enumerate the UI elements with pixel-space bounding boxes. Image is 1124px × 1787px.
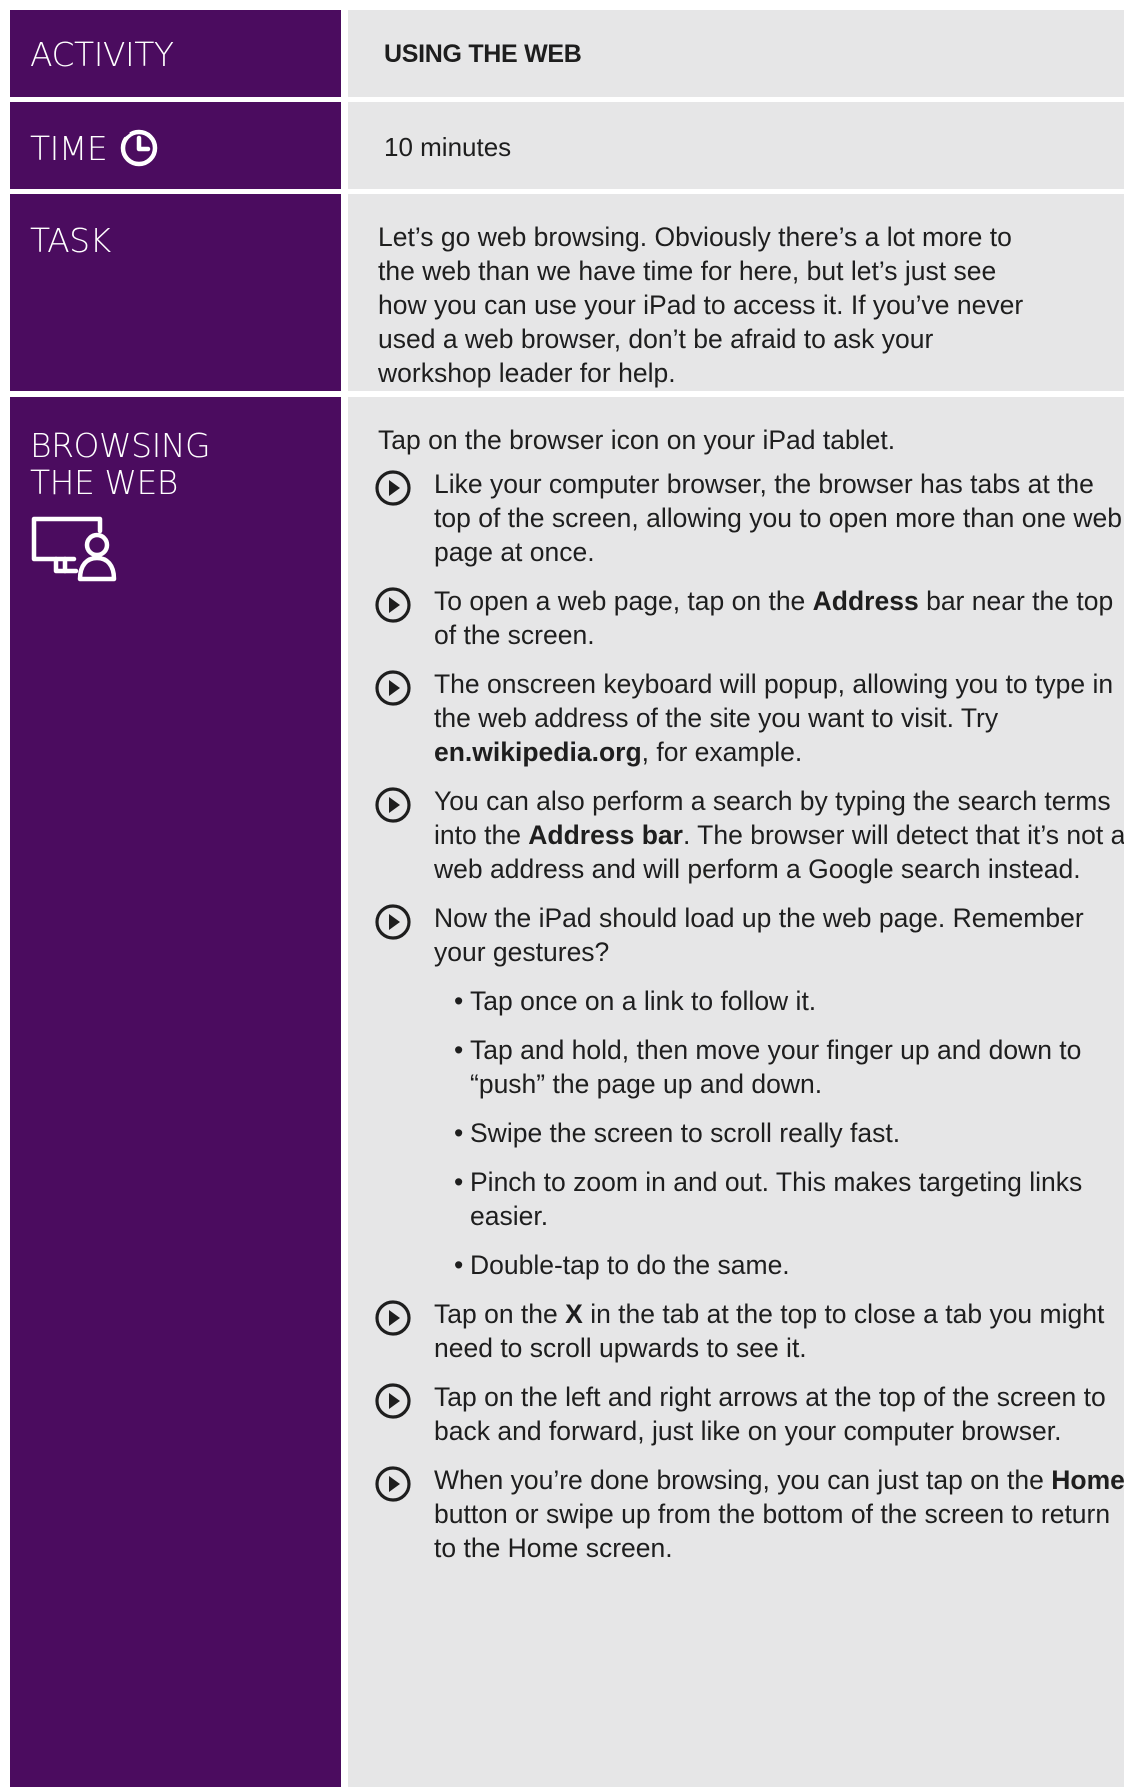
time-value-cell: 10 minutes xyxy=(348,102,1124,189)
bullet: • xyxy=(454,1250,464,1280)
step-item: Now the iPad should load up the web page… xyxy=(374,901,1124,1282)
activity-title: USING THE WEB xyxy=(384,40,582,68)
play-icon xyxy=(375,904,411,940)
step-bold: Address bar xyxy=(528,820,683,850)
step-bold: Address xyxy=(812,586,919,616)
step-text: When you’re done browsing, you can just … xyxy=(434,1465,1052,1495)
time-value: 10 minutes xyxy=(384,132,512,162)
time-row: TIME 10 minutes xyxy=(10,102,1124,189)
step-text: To open a web page, tap on the xyxy=(434,586,813,616)
browsing-intro: Tap on the browser icon on your iPad tab… xyxy=(378,425,896,455)
gesture-text: Tap once on a link to follow it. xyxy=(470,986,817,1016)
browsing-label-cell: BROWSING THE WEB xyxy=(10,397,341,1787)
gesture-item: • Swipe the screen to scroll really fast. xyxy=(454,1116,1124,1150)
browsing-label-line1: BROWSING xyxy=(30,426,211,465)
play-icon xyxy=(375,787,411,823)
time-label: TIME xyxy=(30,128,108,168)
step-item: Like your computer browser, the browser … xyxy=(374,467,1124,569)
activity-value-cell: USING THE WEB xyxy=(348,10,1124,97)
play-icon xyxy=(375,1466,411,1502)
task-label: TASK xyxy=(30,221,111,260)
step-text: Now the iPad should load up the web page… xyxy=(434,903,1084,967)
step-item: Tap on the left and right arrows at the … xyxy=(374,1380,1124,1448)
task-text: Let’s go web browsing. Obviously there’s… xyxy=(378,222,1024,388)
step-item: The onscreen keyboard will popup, allowi… xyxy=(374,667,1124,769)
step-text: Tap on the left and right arrows at the … xyxy=(434,1382,1106,1446)
step-bold: Home xyxy=(1051,1465,1124,1495)
gesture-text: Double-tap to do the same. xyxy=(470,1250,790,1280)
activity-label: ACTIVITY xyxy=(30,35,174,74)
play-icon xyxy=(375,1383,411,1419)
task-row: TASK Let’s go web browsing. Obviously th… xyxy=(10,194,1124,391)
step-item: Tap on the X in the tab at the top to cl… xyxy=(374,1297,1124,1365)
activity-label-cell: ACTIVITY xyxy=(10,10,341,97)
bullet: • xyxy=(454,1118,464,1148)
browsing-row: BROWSING THE WEB Tap on the browser icon… xyxy=(10,397,1124,1787)
activity-row: ACTIVITY USING THE WEB xyxy=(10,10,1124,97)
bullet: • xyxy=(454,1167,464,1197)
play-icon xyxy=(375,1300,411,1336)
gesture-item: • Double-tap to do the same. xyxy=(454,1248,1124,1282)
gesture-text: Pinch to zoom in and out. This makes tar… xyxy=(470,1167,1083,1231)
gesture-list: • Tap once on a link to follow it. • Tap a… xyxy=(454,984,1124,1282)
gesture-item: • Tap once on a link to follow it. xyxy=(454,984,1124,1018)
play-icon xyxy=(375,670,411,706)
step-text: button or swipe up from the bottom of th… xyxy=(434,1499,1111,1563)
browsing-label-line2: THE WEB xyxy=(30,463,178,502)
step-item: When you’re done browsing, you can just … xyxy=(374,1463,1124,1565)
step-text: Like your computer browser, the browser … xyxy=(434,469,1122,567)
step-item: You can also perform a search by typing … xyxy=(374,784,1124,886)
play-icon xyxy=(375,587,411,623)
gesture-item: • Pinch to zoom in and out. This makes ta… xyxy=(454,1165,1124,1233)
gesture-text: Tap and hold, then move your finger up a… xyxy=(470,1035,1082,1099)
time-label-group: TIME xyxy=(30,128,159,168)
step-text: , for example. xyxy=(641,737,803,767)
computer-user-icon xyxy=(31,516,117,582)
gesture-item: • Tap and hold, then move your finger up … xyxy=(454,1033,1124,1101)
clock-icon xyxy=(120,129,158,167)
step-bold: en.wikipedia.org xyxy=(434,737,642,767)
gesture-text: Swipe the screen to scroll really fast. xyxy=(470,1118,901,1148)
step-item: To open a web page, tap on the Address b… xyxy=(374,584,1124,652)
browsing-content-cell: Tap on the browser icon on your iPad tab… xyxy=(348,397,1124,1787)
task-label-cell: TASK xyxy=(10,194,341,391)
bullet: • xyxy=(454,986,464,1016)
steps-list: Like your computer browser, the browser … xyxy=(374,467,1124,1580)
browsing-label: BROWSING THE WEB xyxy=(30,426,211,502)
step-bold: X xyxy=(565,1299,583,1329)
time-label-cell: TIME xyxy=(10,102,341,189)
step-text: The onscreen keyboard will popup, allowi… xyxy=(434,669,1114,733)
step-text: Tap on the xyxy=(434,1299,566,1329)
bullet: • xyxy=(454,1035,464,1065)
task-text-cell: Let’s go web browsing. Obviously there’s… xyxy=(348,194,1124,391)
play-icon xyxy=(375,470,411,506)
